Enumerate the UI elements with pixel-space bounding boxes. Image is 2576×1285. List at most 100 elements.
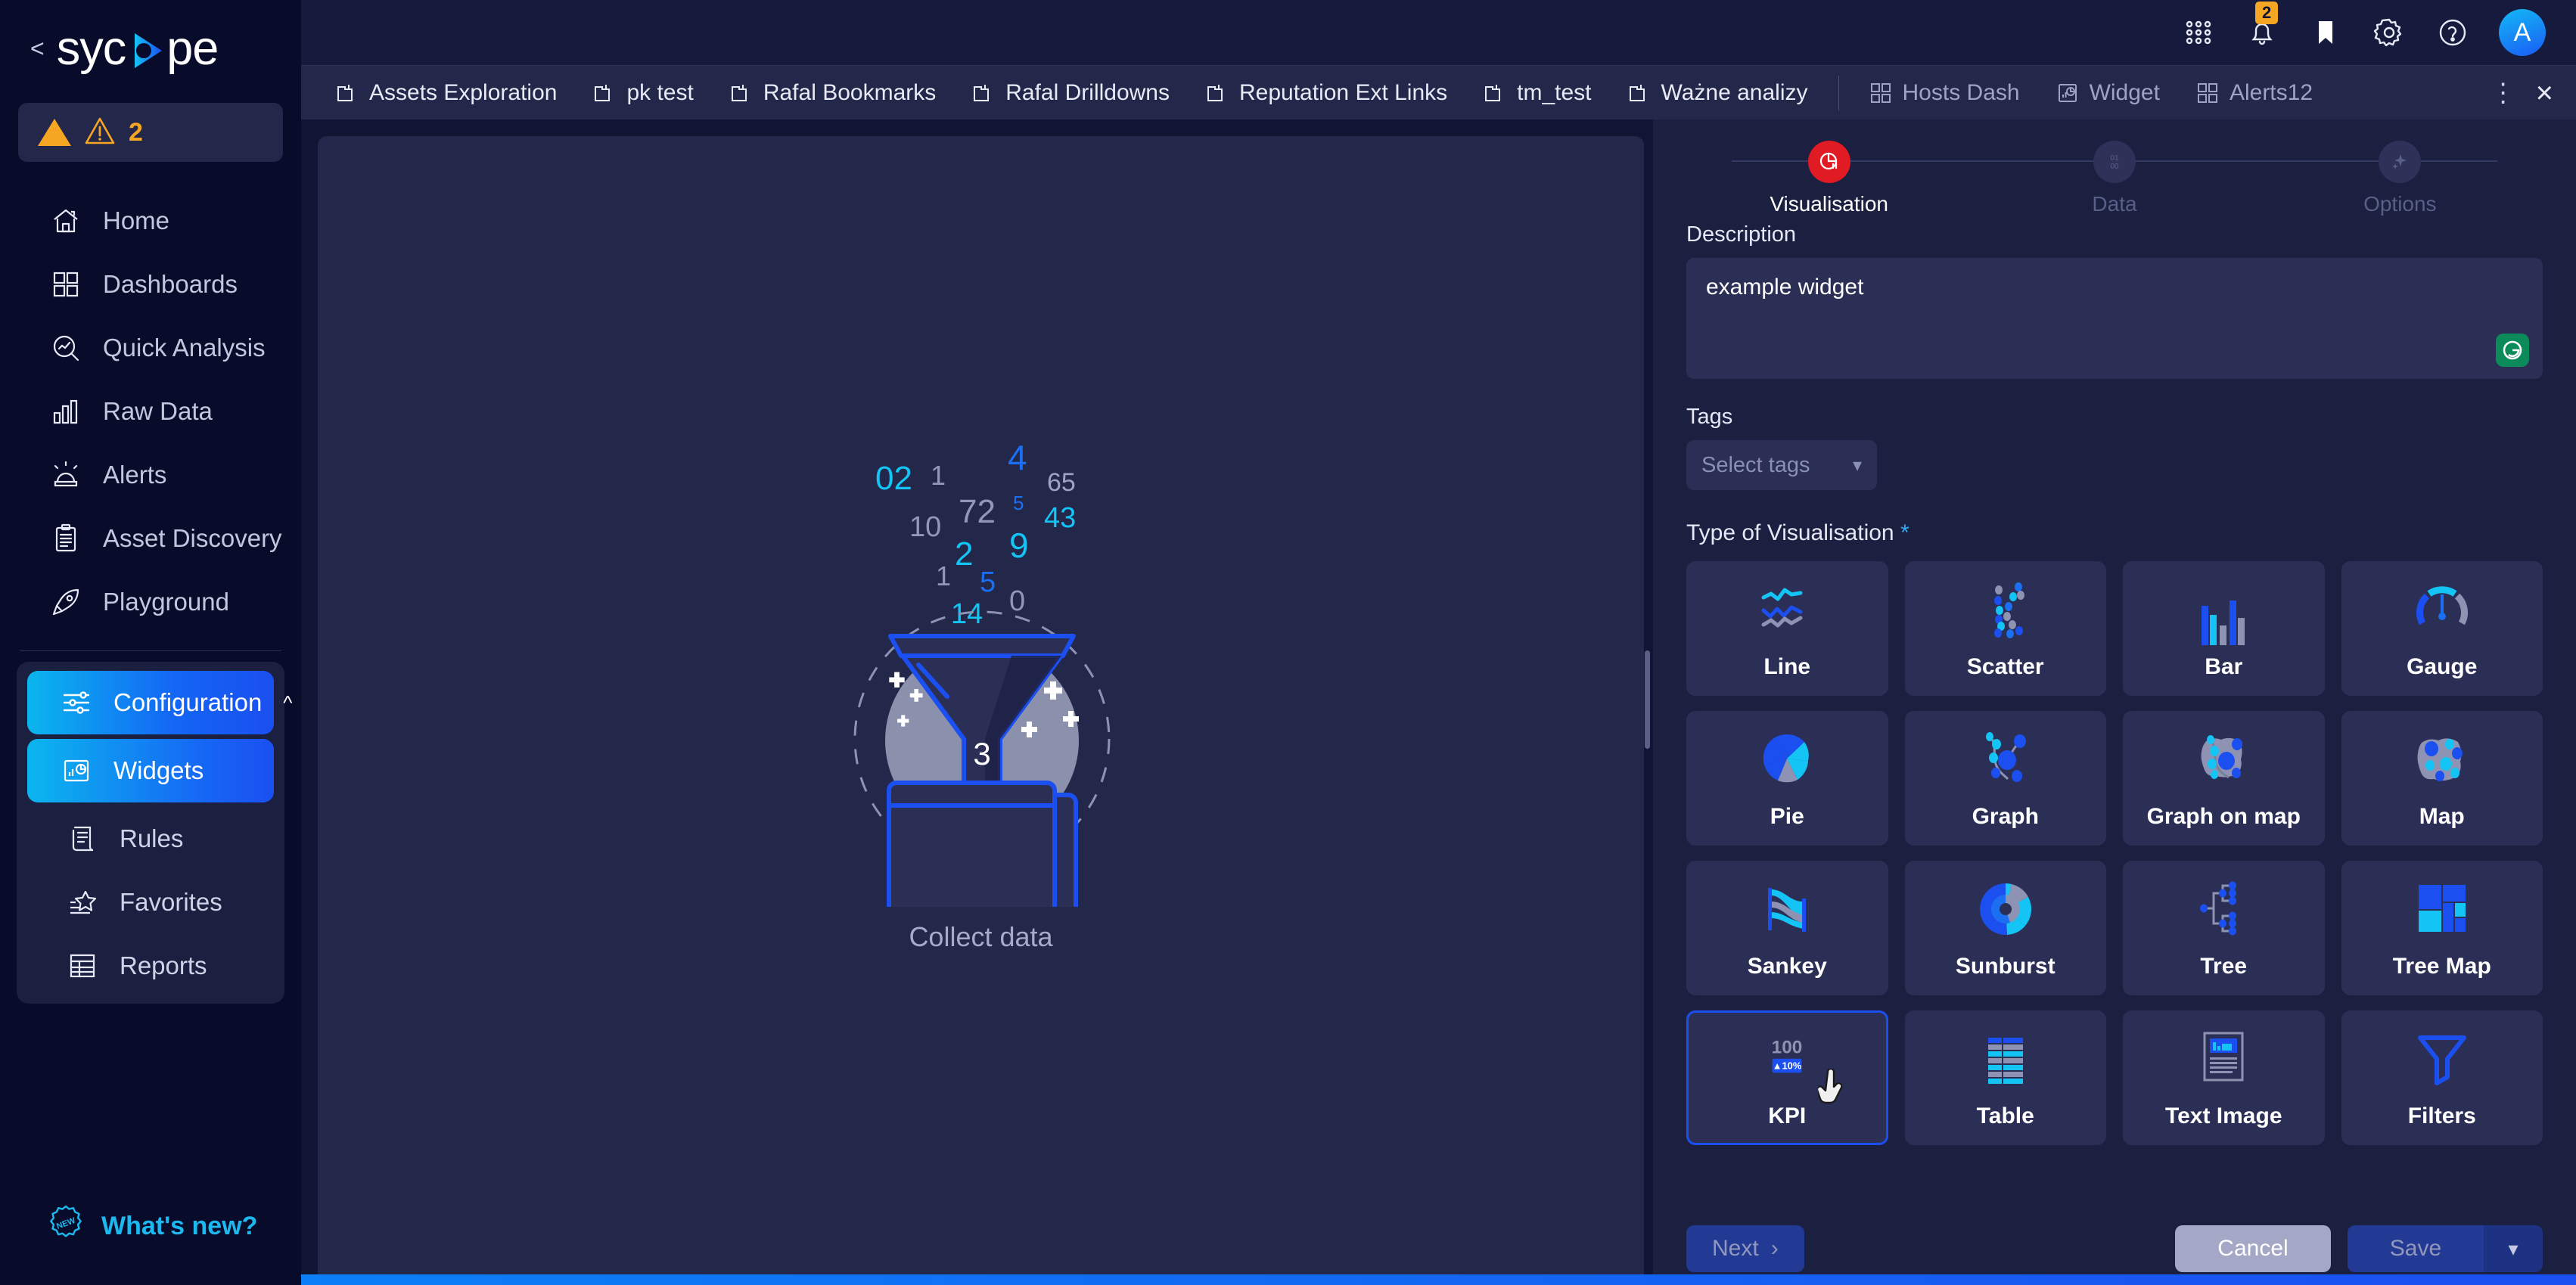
avatar-initial: A xyxy=(2513,17,2531,47)
chevron-right-icon: › xyxy=(1770,1236,1779,1261)
svg-text:10: 10 xyxy=(909,511,941,543)
sidebar-item-playground[interactable]: Playground xyxy=(17,570,284,634)
tab-reputation-ext-links[interactable]: Reputation Ext Links xyxy=(1188,66,1465,120)
viz-tile-label: KPI xyxy=(1768,1103,1807,1128)
viz-tile-tree[interactable]: Tree xyxy=(2123,861,2325,995)
configuration-sliders-icon xyxy=(61,687,92,719)
sidebar-item-configuration[interactable]: Configuration ^ xyxy=(27,671,293,734)
collapse-sidebar-icon[interactable]: < xyxy=(30,36,45,61)
description-input[interactable]: example widget xyxy=(1686,258,2543,379)
sankey-icon xyxy=(1689,863,1886,954)
tab-label: Widget xyxy=(2089,79,2160,105)
cancel-button[interactable]: Cancel xyxy=(2175,1225,2331,1272)
viz-tile-label: Sunburst xyxy=(1955,954,2056,979)
svg-text:9: 9 xyxy=(1009,526,1029,565)
sidebar-item-widgets[interactable]: Widgets xyxy=(27,739,274,802)
viz-tile-text-image[interactable]: Text Image xyxy=(2123,1010,2325,1145)
save-button[interactable]: Save xyxy=(2348,1225,2484,1272)
tab-widget[interactable]: Widget xyxy=(2038,66,2178,120)
viz-tile-gauge[interactable]: Gauge xyxy=(2341,561,2543,696)
tab-tm-test[interactable]: tm_test xyxy=(1465,66,1609,120)
tags-select[interactable]: Select tags ▾ xyxy=(1686,440,1877,490)
folder-icon xyxy=(1207,84,1223,101)
viz-tile-scatter[interactable]: Scatter xyxy=(1904,561,2106,696)
sidebar-item-asset-discovery[interactable]: Asset Discovery xyxy=(17,507,284,570)
viz-tile-label: Graph on map xyxy=(2146,804,2301,829)
graph-on-map-icon xyxy=(2125,713,2323,804)
viz-tile-map[interactable]: Map xyxy=(2341,711,2543,846)
tab-hosts-dash[interactable]: Hosts Dash xyxy=(1851,66,2038,120)
viz-tile-table[interactable]: Table xyxy=(1904,1010,2106,1145)
tab-rafal-bookmarks[interactable]: Rafal Bookmarks xyxy=(712,66,954,120)
apps-grid-icon[interactable] xyxy=(2181,15,2216,50)
folder-icon xyxy=(731,84,747,101)
warning-count: 2 xyxy=(129,117,143,147)
raw-data-icon xyxy=(50,396,82,427)
tab-pk-test[interactable]: pk test xyxy=(575,66,711,120)
sidebar-item-quick-analysis[interactable]: Quick Analysis xyxy=(17,316,284,380)
more-options-icon[interactable]: ⋮ xyxy=(2491,78,2516,108)
help-icon[interactable] xyxy=(2435,15,2470,50)
bookmark-icon[interactable] xyxy=(2308,15,2343,50)
viz-tile-kpi[interactable]: 100 ▲10% KPI xyxy=(1686,1010,1888,1145)
tab-label: Hosts Dash xyxy=(1902,79,2020,105)
save-dropdown-button[interactable]: ▾ xyxy=(2484,1225,2543,1272)
chevron-up-icon[interactable]: ^ xyxy=(283,691,292,715)
viz-tile-label: Map xyxy=(2419,804,2465,829)
viz-tile-tree-map[interactable]: Tree Map xyxy=(2341,861,2543,995)
sidebar-item-favorites[interactable]: Favorites xyxy=(33,871,268,934)
chevron-down-icon: ▾ xyxy=(2508,1237,2519,1260)
sidebar-item-dashboards[interactable]: Dashboards xyxy=(17,253,284,316)
viz-tile-pie[interactable]: Pie xyxy=(1686,711,1888,846)
tab-alerts12[interactable]: Alerts12 xyxy=(2178,66,2331,120)
required-marker: * xyxy=(1900,520,1909,545)
viz-tile-line[interactable]: Line xyxy=(1686,561,1888,696)
collect-data-illustration-icon: 02 1 4 65 72 5 43 10 2 9 1 5 0 14 3 xyxy=(853,438,1110,948)
sidebar: < syc pe 2 Home Dashboards Quick Analysi… xyxy=(0,0,301,1285)
description-label: Description xyxy=(1686,222,1797,247)
viz-tile-sunburst[interactable]: Sunburst xyxy=(1904,861,2106,995)
reports-icon xyxy=(67,950,98,982)
tab-wazne-analizy[interactable]: Ważne analizy xyxy=(1610,66,1826,120)
wizard-step-options[interactable]: Options xyxy=(2257,141,2543,216)
sidebar-item-home[interactable]: Home xyxy=(17,189,284,253)
tags-placeholder: Select tags xyxy=(1701,452,1810,477)
brand-logo[interactable]: < syc pe xyxy=(0,0,301,97)
folder-icon xyxy=(1485,84,1501,101)
next-button[interactable]: Next › xyxy=(1686,1225,1804,1272)
viz-tile-label: Graph xyxy=(1972,804,2039,829)
next-label: Next xyxy=(1712,1236,1759,1261)
filters-icon xyxy=(2344,1013,2541,1103)
svg-text:00: 00 xyxy=(2110,163,2119,171)
grammarly-icon[interactable] xyxy=(2496,334,2529,367)
viz-tile-filters[interactable]: Filters xyxy=(2341,1010,2543,1145)
close-icon[interactable]: × xyxy=(2536,78,2553,108)
bell-icon[interactable]: 2 xyxy=(2245,2,2279,50)
viz-tile-graph-on-map[interactable]: Graph on map xyxy=(2123,711,2325,846)
panel-scrollbar[interactable] xyxy=(1645,650,1650,749)
tab-assets-exploration[interactable]: Assets Exploration xyxy=(318,66,575,120)
wizard-step-data[interactable]: 01 00 Data xyxy=(1972,141,2257,216)
sidebar-nav: Home Dashboards Quick Analysis Raw Data xyxy=(0,189,301,1004)
viz-tile-label: Text Image xyxy=(2165,1103,2282,1128)
sidebar-item-alerts[interactable]: Alerts xyxy=(17,443,284,507)
sidebar-item-rules[interactable]: Rules xyxy=(33,807,268,871)
whats-new-button[interactable]: NEW What's new? xyxy=(0,1204,301,1249)
alert-summary-bar[interactable]: 2 xyxy=(18,103,283,162)
svg-text:2: 2 xyxy=(955,535,973,573)
tab-rafal-drilldowns[interactable]: Rafal Drilldowns xyxy=(954,66,1188,120)
viz-tile-bar[interactable]: Bar xyxy=(2123,561,2325,696)
avatar[interactable]: A xyxy=(2499,9,2546,56)
viz-tile-label: Scatter xyxy=(1966,654,2044,679)
sparkle-icon xyxy=(2379,141,2422,183)
viz-tile-graph[interactable]: Graph xyxy=(1904,711,2106,846)
playground-icon xyxy=(50,586,82,618)
sidebar-item-label: Home xyxy=(103,206,170,234)
viz-tile-sankey[interactable]: Sankey xyxy=(1686,861,1888,995)
sidebar-item-raw-data[interactable]: Raw Data xyxy=(17,380,284,443)
graph-icon xyxy=(1907,713,2105,804)
sidebar-item-reports[interactable]: Reports xyxy=(33,934,268,998)
wizard-step-visualisation[interactable]: Visualisation xyxy=(1686,141,1972,216)
tab-label: Rafal Bookmarks xyxy=(763,79,937,105)
gear-icon[interactable] xyxy=(2372,15,2407,50)
